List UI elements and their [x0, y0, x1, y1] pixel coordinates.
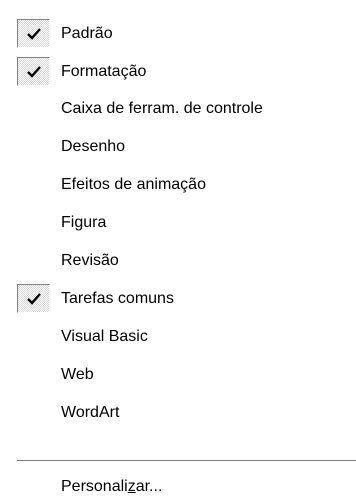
menu-item-label: Caixa de ferram. de controle [61, 100, 263, 117]
checkmark-icon [17, 57, 50, 86]
menu-item-formatacao[interactable]: Formatação [0, 55, 356, 89]
menu-item-padrao[interactable]: Padrão [0, 17, 356, 51]
menu-separator [17, 460, 356, 462]
label-part: Personali [61, 478, 128, 495]
menu-item-personalizar[interactable]: Personalizar... [0, 470, 356, 498]
menu-item-visual-basic[interactable]: Visual Basic [0, 320, 356, 354]
menu-item-label: Visual Basic [61, 328, 148, 345]
menu-item-label: Revisão [61, 252, 119, 269]
menu-item-label: Tarefas comuns [61, 290, 174, 307]
menu-item-tarefas-comuns[interactable]: Tarefas comuns [0, 282, 356, 316]
menu-item-wordart[interactable]: WordArt [0, 396, 356, 430]
menu-item-label: Desenho [61, 138, 126, 155]
checkmark-icon [17, 19, 50, 48]
menu-item-desenho[interactable]: Desenho [0, 130, 356, 164]
menu-item-label: WordArt [61, 404, 120, 421]
menu-item-label: Efeitos de animação [61, 176, 206, 193]
menu-item-label: Formatação [61, 63, 147, 80]
mnemonic-letter: z [127, 478, 136, 495]
label-part: ar... [135, 478, 163, 495]
menu-item-label: Web [61, 366, 94, 383]
menu-item-revisao[interactable]: Revisão [0, 244, 356, 278]
menu-item-web[interactable]: Web [0, 358, 356, 392]
menu-item-label: Personalizar... [61, 477, 162, 497]
menu-item-label: Figura [61, 214, 107, 231]
menu-item-efeitos-de-animacao[interactable]: Efeitos de animação [0, 168, 356, 202]
checkmark-icon [17, 284, 50, 313]
toolbars-context-menu: Padrão Formatação Caixa de ferram. de co… [0, 0, 356, 498]
menu-item-label: Padrão [61, 25, 113, 42]
menu-item-caixa-de-ferramentas[interactable]: Caixa de ferram. de controle [0, 92, 356, 126]
menu-item-figura[interactable]: Figura [0, 206, 356, 240]
